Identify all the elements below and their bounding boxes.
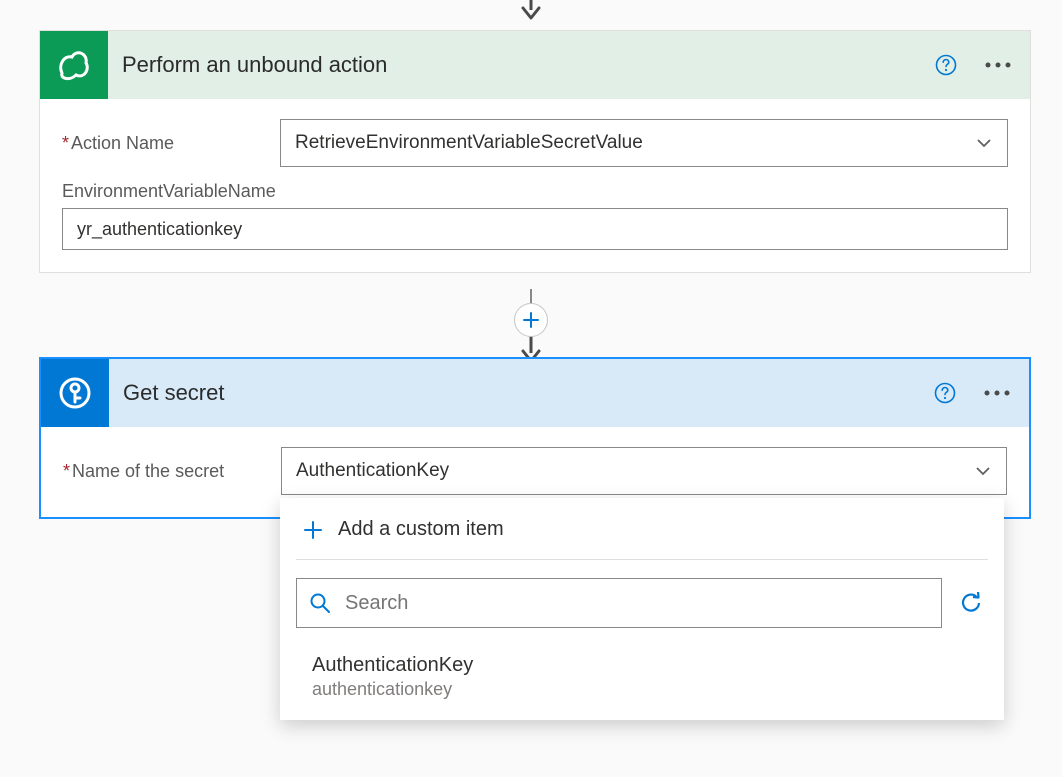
field-label: EnvironmentVariableName xyxy=(62,181,1008,202)
dropdown-option[interactable]: AuthenticationKey authenticationkey xyxy=(296,654,988,700)
field-label-text: Name of the secret xyxy=(72,461,224,481)
more-menu-icon[interactable] xyxy=(977,379,1017,407)
card-header[interactable]: Get secret xyxy=(41,359,1029,427)
plus-icon xyxy=(523,312,539,328)
refresh-icon xyxy=(958,590,984,616)
field-label: *Name of the secret xyxy=(63,461,281,482)
chevron-down-icon xyxy=(974,462,992,480)
arrow-down-icon xyxy=(517,0,545,22)
flow-designer-canvas: Perform an unbound action *Action xyxy=(0,0,1062,777)
flow-connector xyxy=(514,289,548,365)
search-icon xyxy=(309,592,331,614)
keyvault-logo-icon xyxy=(41,359,109,427)
field-label-text: Action Name xyxy=(71,133,174,153)
card-header[interactable]: Perform an unbound action xyxy=(40,31,1030,99)
refresh-button[interactable] xyxy=(954,586,988,620)
plus-icon xyxy=(302,519,324,541)
option-title: AuthenticationKey xyxy=(312,654,988,677)
select-value: AuthenticationKey xyxy=(296,460,449,482)
help-icon[interactable] xyxy=(931,379,959,407)
secret-name-dropdown-panel: Add a custom item AuthenticationKey auth… xyxy=(280,498,1004,720)
card-title: Perform an unbound action xyxy=(122,52,932,78)
secret-name-select[interactable]: AuthenticationKey xyxy=(281,447,1007,495)
add-custom-label: Add a custom item xyxy=(338,518,504,541)
action-name-select[interactable]: RetrieveEnvironmentVariableSecretValue xyxy=(280,119,1008,167)
search-input-wrapper[interactable] xyxy=(296,578,942,628)
card-title: Get secret xyxy=(123,380,931,406)
add-step-button[interactable] xyxy=(514,303,548,337)
action-card-get-secret[interactable]: Get secret *Name of the secret xyxy=(39,357,1031,519)
select-value: RetrieveEnvironmentVariableSecretValue xyxy=(295,132,643,154)
search-input[interactable] xyxy=(343,591,929,616)
action-card-perform-unbound-action[interactable]: Perform an unbound action *Action xyxy=(39,30,1031,273)
form-row-secret-name: *Name of the secret AuthenticationKey xyxy=(63,447,1007,495)
form-row-action-name: *Action Name RetrieveEnvironmentVariable… xyxy=(62,119,1008,167)
search-row xyxy=(296,578,988,628)
required-asterisk: * xyxy=(62,133,69,153)
option-subtitle: authenticationkey xyxy=(312,679,988,700)
help-icon[interactable] xyxy=(932,51,960,79)
environment-variable-name-input[interactable] xyxy=(62,208,1008,250)
dataverse-logo-icon xyxy=(40,31,108,99)
add-custom-item-button[interactable]: Add a custom item xyxy=(296,512,988,560)
chevron-down-icon xyxy=(975,134,993,152)
required-asterisk: * xyxy=(63,461,70,481)
connector-line-icon xyxy=(529,289,533,303)
more-menu-icon[interactable] xyxy=(978,51,1018,79)
field-label: *Action Name xyxy=(62,133,280,154)
card-body: *Action Name RetrieveEnvironmentVariable… xyxy=(40,99,1030,272)
